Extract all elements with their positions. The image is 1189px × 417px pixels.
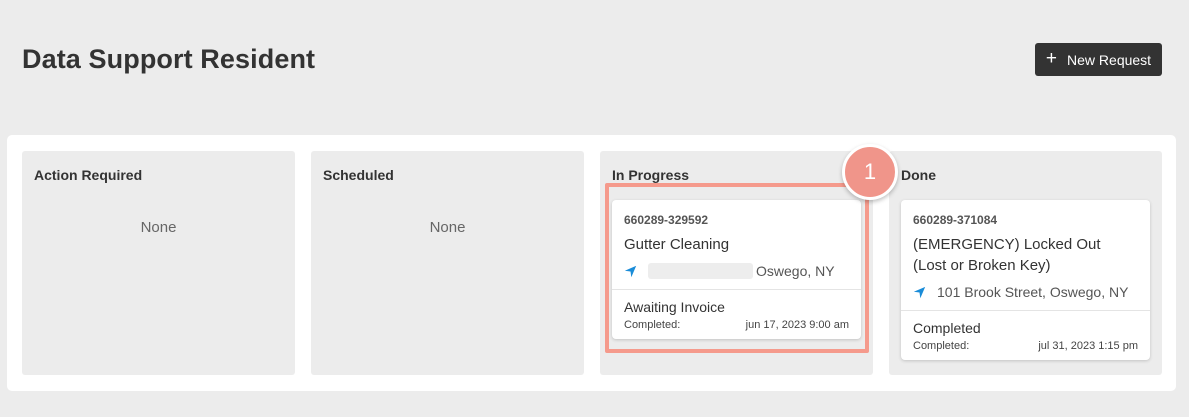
completed-date: jul 31, 2023 1:15 pm xyxy=(1038,340,1138,352)
completed-label: Completed: xyxy=(624,319,681,331)
empty-state-text: None xyxy=(429,219,466,236)
request-address: Oswego, NY xyxy=(624,263,849,279)
redacted-street xyxy=(648,263,753,279)
new-request-button[interactable]: + New Request xyxy=(1035,43,1162,76)
column-action-required: Action Required None xyxy=(22,151,295,375)
column-title: In Progress xyxy=(612,167,690,183)
request-board: Action Required None Scheduled None In P… xyxy=(7,135,1176,391)
step-badge: 1 xyxy=(842,144,898,200)
completed-label: Completed: xyxy=(913,340,970,352)
request-status: Completed xyxy=(913,320,981,336)
request-id: 660289-329592 xyxy=(624,213,709,227)
request-title: (EMERGENCY) Locked Out (Lost or Broken K… xyxy=(913,236,1101,274)
request-card[interactable]: 660289-329592 Gutter Cleaning Oswego, NY… xyxy=(612,200,861,339)
request-card[interactable]: 660289-371084 (EMERGENCY) Locked Out (Lo… xyxy=(901,200,1150,360)
column-done: Done 660289-371084 (EMERGENCY) Locked Ou… xyxy=(889,151,1162,375)
request-title: Gutter Cleaning xyxy=(624,236,730,253)
address-text: Oswego, NY xyxy=(756,263,835,279)
new-request-label: New Request xyxy=(1067,51,1152,68)
address-text: 101 Brook Street, Oswego, NY xyxy=(937,284,1129,300)
column-title: Scheduled xyxy=(323,167,394,183)
request-id: 660289-371084 xyxy=(913,213,998,227)
plus-icon: + xyxy=(1045,48,1058,69)
request-address: 101 Brook Street, Oswego, NY xyxy=(913,284,1138,300)
column-title: Action Required xyxy=(34,167,143,183)
column-scheduled: Scheduled None xyxy=(311,151,584,375)
empty-state-text: None xyxy=(140,219,177,236)
location-arrow-icon xyxy=(624,265,637,277)
completed-date: jun 17, 2023 9:00 am xyxy=(745,319,849,331)
location-arrow-icon xyxy=(913,286,926,298)
column-in-progress: In Progress 660289-329592 Gutter Cleanin… xyxy=(600,151,873,375)
request-status: Awaiting Invoice xyxy=(624,299,725,315)
column-title: Done xyxy=(901,167,936,183)
page-title: Data Support Resident xyxy=(22,44,316,74)
